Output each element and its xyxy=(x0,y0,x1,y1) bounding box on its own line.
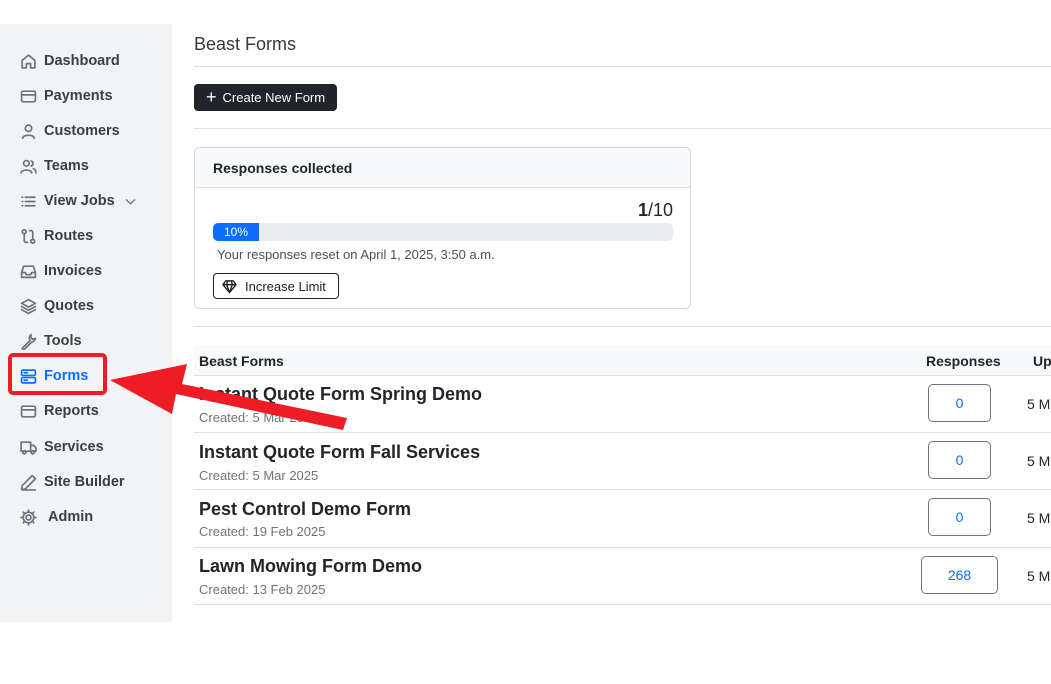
form-created-date: Created: 5 Mar 2025 xyxy=(199,410,319,425)
sidebar-item-admin[interactable]: Admin xyxy=(20,505,93,529)
table-row: Instant Quote Form Spring Demo Created: … xyxy=(194,376,1051,433)
sidebar-item-label: Site Builder xyxy=(44,474,125,490)
home-icon xyxy=(21,53,36,69)
create-new-form-label: Create New Form xyxy=(222,90,326,105)
progress-bar-fill: 10% xyxy=(213,223,259,241)
pen-icon xyxy=(20,474,37,491)
users-icon xyxy=(20,159,37,174)
sidebar-item-dashboard[interactable]: Dashboard xyxy=(20,49,120,73)
responses-button[interactable]: 0 xyxy=(928,384,991,422)
updated-date: 5 M xyxy=(1027,396,1051,412)
route-icon xyxy=(21,228,36,244)
updated-date: 5 M xyxy=(1027,568,1051,584)
sidebar: Dashboard Payments Customers Teams View … xyxy=(0,24,172,622)
table-row: Instant Quote Form Fall Services Created… xyxy=(194,433,1051,490)
column-header-name: Beast Forms xyxy=(199,353,284,369)
responses-progress: 10% xyxy=(213,223,673,241)
divider xyxy=(194,326,1051,327)
sidebar-item-label: Dashboard xyxy=(44,53,120,69)
inbox-icon xyxy=(20,264,37,278)
sidebar-item-view-jobs[interactable]: View Jobs xyxy=(20,189,137,213)
layers-icon xyxy=(20,298,37,314)
sidebar-item-label: Tools xyxy=(44,333,82,349)
form-name-link[interactable]: Pest Control Demo Form xyxy=(199,499,411,520)
form-created-date: Created: 19 Feb 2025 xyxy=(199,524,326,539)
responses-limit: /10 xyxy=(647,200,673,220)
form-created-date: Created: 13 Feb 2025 xyxy=(199,582,326,597)
create-new-form-button[interactable]: + Create New Form xyxy=(194,84,337,111)
sidebar-item-tools[interactable]: Tools xyxy=(20,329,82,353)
increase-limit-button[interactable]: Increase Limit xyxy=(213,273,339,299)
form-name-link[interactable]: Lawn Mowing Form Demo xyxy=(199,556,422,577)
sidebar-item-quotes[interactable]: Quotes xyxy=(20,294,94,318)
form-name-link[interactable]: Instant Quote Form Fall Services xyxy=(199,442,480,463)
table-row: Pest Control Demo Form Created: 19 Feb 2… xyxy=(194,490,1051,548)
divider xyxy=(194,66,1051,67)
column-header-responses[interactable]: Responses xyxy=(926,353,1001,369)
table-row: Lawn Mowing Form Demo Created: 13 Feb 20… xyxy=(194,548,1051,605)
form-name-link[interactable]: Instant Quote Form Spring Demo xyxy=(199,384,482,405)
page-title: Beast Forms xyxy=(194,34,297,54)
sidebar-item-label: Reports xyxy=(44,403,99,419)
wrench-icon xyxy=(21,333,37,350)
sidebar-item-routes[interactable]: Routes xyxy=(20,224,93,248)
updated-date: 5 M xyxy=(1027,453,1051,469)
responses-button[interactable]: 268 xyxy=(921,556,998,594)
responses-count: 1/10 xyxy=(638,200,673,221)
sidebar-item-label: Admin xyxy=(48,509,94,525)
sidebar-item-customers[interactable]: Customers xyxy=(20,119,120,143)
sidebar-item-label: Routes xyxy=(44,228,94,244)
gear-icon xyxy=(20,508,37,526)
sidebar-item-site-builder[interactable]: Site Builder xyxy=(20,470,125,494)
responses-button[interactable]: 0 xyxy=(928,498,991,536)
increase-limit-label: Increase Limit xyxy=(245,278,326,294)
plus-icon: + xyxy=(206,86,217,107)
sidebar-item-services[interactable]: Services xyxy=(20,435,104,459)
sidebar-item-label: Customers xyxy=(44,123,120,139)
updated-date: 5 M xyxy=(1027,510,1051,526)
user-icon xyxy=(21,123,36,139)
annotation-highlight-box xyxy=(8,353,107,395)
sidebar-item-teams[interactable]: Teams xyxy=(20,154,89,178)
sidebar-item-invoices[interactable]: Invoices xyxy=(20,259,102,283)
responses-button[interactable]: 0 xyxy=(928,441,991,479)
truck-icon xyxy=(20,440,37,455)
responses-card-title: Responses collected xyxy=(195,148,690,188)
responses-card: Responses collected 1/10 10% Your respon… xyxy=(194,147,691,309)
sidebar-item-reports[interactable]: Reports xyxy=(20,399,99,423)
chevron-down-icon[interactable] xyxy=(124,195,137,208)
credit-card-icon xyxy=(20,89,37,103)
sidebar-item-payments[interactable]: Payments xyxy=(20,84,113,108)
sidebar-item-label: Payments xyxy=(44,88,113,104)
divider xyxy=(194,128,1051,129)
list-icon xyxy=(21,195,36,207)
diamond-icon xyxy=(222,279,237,293)
sidebar-item-label: Services xyxy=(44,439,104,455)
sidebar-item-label: Quotes xyxy=(44,298,94,314)
column-header-updated[interactable]: Up xyxy=(1033,353,1051,369)
form-created-date: Created: 5 Mar 2025 xyxy=(199,468,319,483)
report-icon xyxy=(20,404,37,418)
table-header: Beast Forms Responses Up xyxy=(194,345,1051,376)
responses-used: 1 xyxy=(637,200,648,220)
sidebar-item-label: Invoices xyxy=(44,263,103,279)
reset-notice: Your responses reset on April 1, 2025, 3… xyxy=(217,247,495,262)
sidebar-item-label: Teams xyxy=(44,158,89,174)
sidebar-item-label: View Jobs xyxy=(44,193,115,209)
